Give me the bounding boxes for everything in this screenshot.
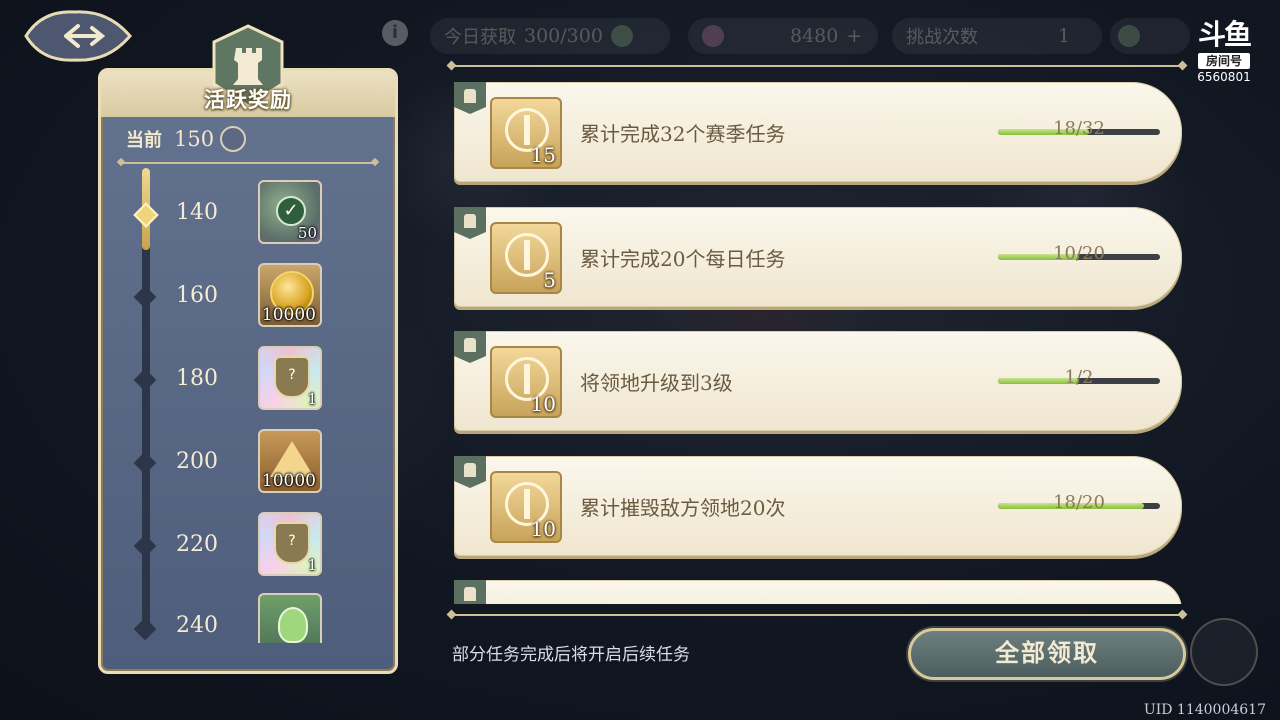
list-top-divider xyxy=(452,65,1182,67)
check-reward-icon: ✓ xyxy=(276,196,306,226)
tier-row: 220 ? 1 xyxy=(98,510,398,582)
tier-threshold: 240 xyxy=(176,613,218,638)
tier-threshold: 160 xyxy=(176,283,218,308)
task-card: 10 累计摧毁敌方领地20次 18/20 xyxy=(454,456,1182,560)
tier-reward[interactable]: ? 1 xyxy=(258,346,322,410)
tier-reward[interactable]: 10000 xyxy=(258,263,322,327)
task-name: 累计摧毁敌方领地20次 xyxy=(580,496,786,520)
tier-threshold: 140 xyxy=(176,200,218,225)
task-reward-icon: 15 xyxy=(490,97,562,169)
tier-threshold: 180 xyxy=(176,366,218,391)
reward-quantity: 10000 xyxy=(261,305,316,325)
challenge-count-stat: 挑战次数 1 xyxy=(892,18,1102,54)
task-card-partial xyxy=(454,580,1182,604)
stream-watermark: 斗鱼 房间号 6560801 xyxy=(1184,20,1264,85)
task-card: 15 累计完成32个赛季任务 18/32 xyxy=(454,82,1182,186)
challenge-count-value: 1 xyxy=(1058,25,1071,47)
task-progress-text: 18/20 xyxy=(1053,492,1105,513)
top-stats-bar: 今日获取 300/300 8480 + 挑战次数 1 xyxy=(430,18,1190,56)
task-progress-text: 1/2 xyxy=(1064,367,1094,388)
challenge-count-label: 挑战次数 xyxy=(906,27,978,48)
list-bottom-divider xyxy=(452,614,1182,616)
tier-row: 180 ? 1 xyxy=(98,344,398,416)
crystal-icon xyxy=(702,25,724,47)
tier-node xyxy=(133,534,157,558)
tier-node xyxy=(133,285,157,309)
task-reward-icon: 10 xyxy=(490,471,562,543)
activity-token-icon xyxy=(220,126,247,152)
task-reward-icon: 10 xyxy=(490,346,562,418)
tier-node-reached xyxy=(133,202,159,228)
task-points: 10 xyxy=(530,392,556,416)
current-activity: 当前 150 xyxy=(126,126,247,152)
currency-value: 8480 xyxy=(790,25,839,47)
tier-threshold: 200 xyxy=(176,449,218,474)
task-hint-text: 部分任务完成后将开启后续任务 xyxy=(452,645,690,665)
mystery-shield-icon: ? xyxy=(274,522,310,564)
mystery-shield-icon: ? xyxy=(274,356,310,398)
rook-emblem-icon xyxy=(1190,618,1258,686)
back-arrow-icon xyxy=(24,10,132,62)
tier-row: 240 xyxy=(98,593,398,643)
tier-row: 140 ✓ 50 xyxy=(98,178,398,250)
task-name: 将领地升级到3级 xyxy=(580,371,733,395)
room-id: 6560801 xyxy=(1197,70,1251,84)
reward-quantity: 1 xyxy=(307,556,317,574)
current-value: 150 xyxy=(174,127,215,151)
tier-node xyxy=(133,617,157,641)
rook-tag-icon xyxy=(454,580,486,604)
currency-stat: 8480 + xyxy=(688,18,878,54)
panel-title: 活跃奖励 xyxy=(204,87,292,112)
current-label: 当前 xyxy=(126,130,162,151)
task-progress-text: 10/20 xyxy=(1053,243,1105,264)
task-name: 累计完成32个赛季任务 xyxy=(580,122,786,146)
room-label: 房间号 xyxy=(1197,53,1250,69)
reward-quantity: 10000 xyxy=(261,471,316,491)
task-progress-text: 18/32 xyxy=(1053,118,1105,139)
task-reward-icon: 5 xyxy=(490,222,562,294)
info-icon[interactable]: i xyxy=(382,20,408,46)
daily-gain-label: 今日获取 xyxy=(444,27,516,48)
activity-reward-panel: 活跃奖励 当前 150 140 ✓ 50 160 10000 180 ? 1 2… xyxy=(98,24,398,674)
task-points: 15 xyxy=(530,143,556,167)
daily-gain-value: 300/300 xyxy=(524,25,603,47)
tier-reward[interactable]: 10000 xyxy=(258,429,322,493)
currency-add-button[interactable]: + xyxy=(846,25,862,47)
tier-node xyxy=(133,368,157,392)
task-points: 10 xyxy=(530,517,556,541)
tier-node xyxy=(133,451,157,475)
task-card-background xyxy=(454,580,1182,604)
potion-icon xyxy=(278,607,308,643)
claim-all-button[interactable]: 全部领取 xyxy=(908,628,1186,680)
gem-icon xyxy=(610,25,633,47)
panel-divider xyxy=(122,162,374,164)
tier-threshold: 220 xyxy=(176,532,218,557)
tier-reward[interactable]: ✓ 50 xyxy=(258,180,322,244)
tier-row: 160 10000 xyxy=(98,261,398,333)
reward-quantity: 1 xyxy=(307,390,317,408)
task-points: 5 xyxy=(543,268,556,292)
tier-row: 200 10000 xyxy=(98,427,398,499)
reward-quantity: 50 xyxy=(297,224,317,242)
daily-gain-stat: 今日获取 300/300 xyxy=(430,18,670,54)
gem-icon xyxy=(1118,25,1140,47)
user-id: UID 1140004617 xyxy=(1143,702,1266,718)
task-name: 累计完成20个每日任务 xyxy=(580,247,786,271)
task-card: 5 累计完成20个每日任务 10/20 xyxy=(454,207,1182,311)
tier-reward[interactable] xyxy=(258,593,322,643)
task-card: 10 将领地升级到3级 1/2 xyxy=(454,331,1182,435)
extra-stat xyxy=(1110,18,1190,54)
douyu-logo: 斗鱼 xyxy=(1197,18,1252,51)
tier-reward[interactable]: ? 1 xyxy=(258,512,322,576)
back-button[interactable] xyxy=(12,6,138,66)
